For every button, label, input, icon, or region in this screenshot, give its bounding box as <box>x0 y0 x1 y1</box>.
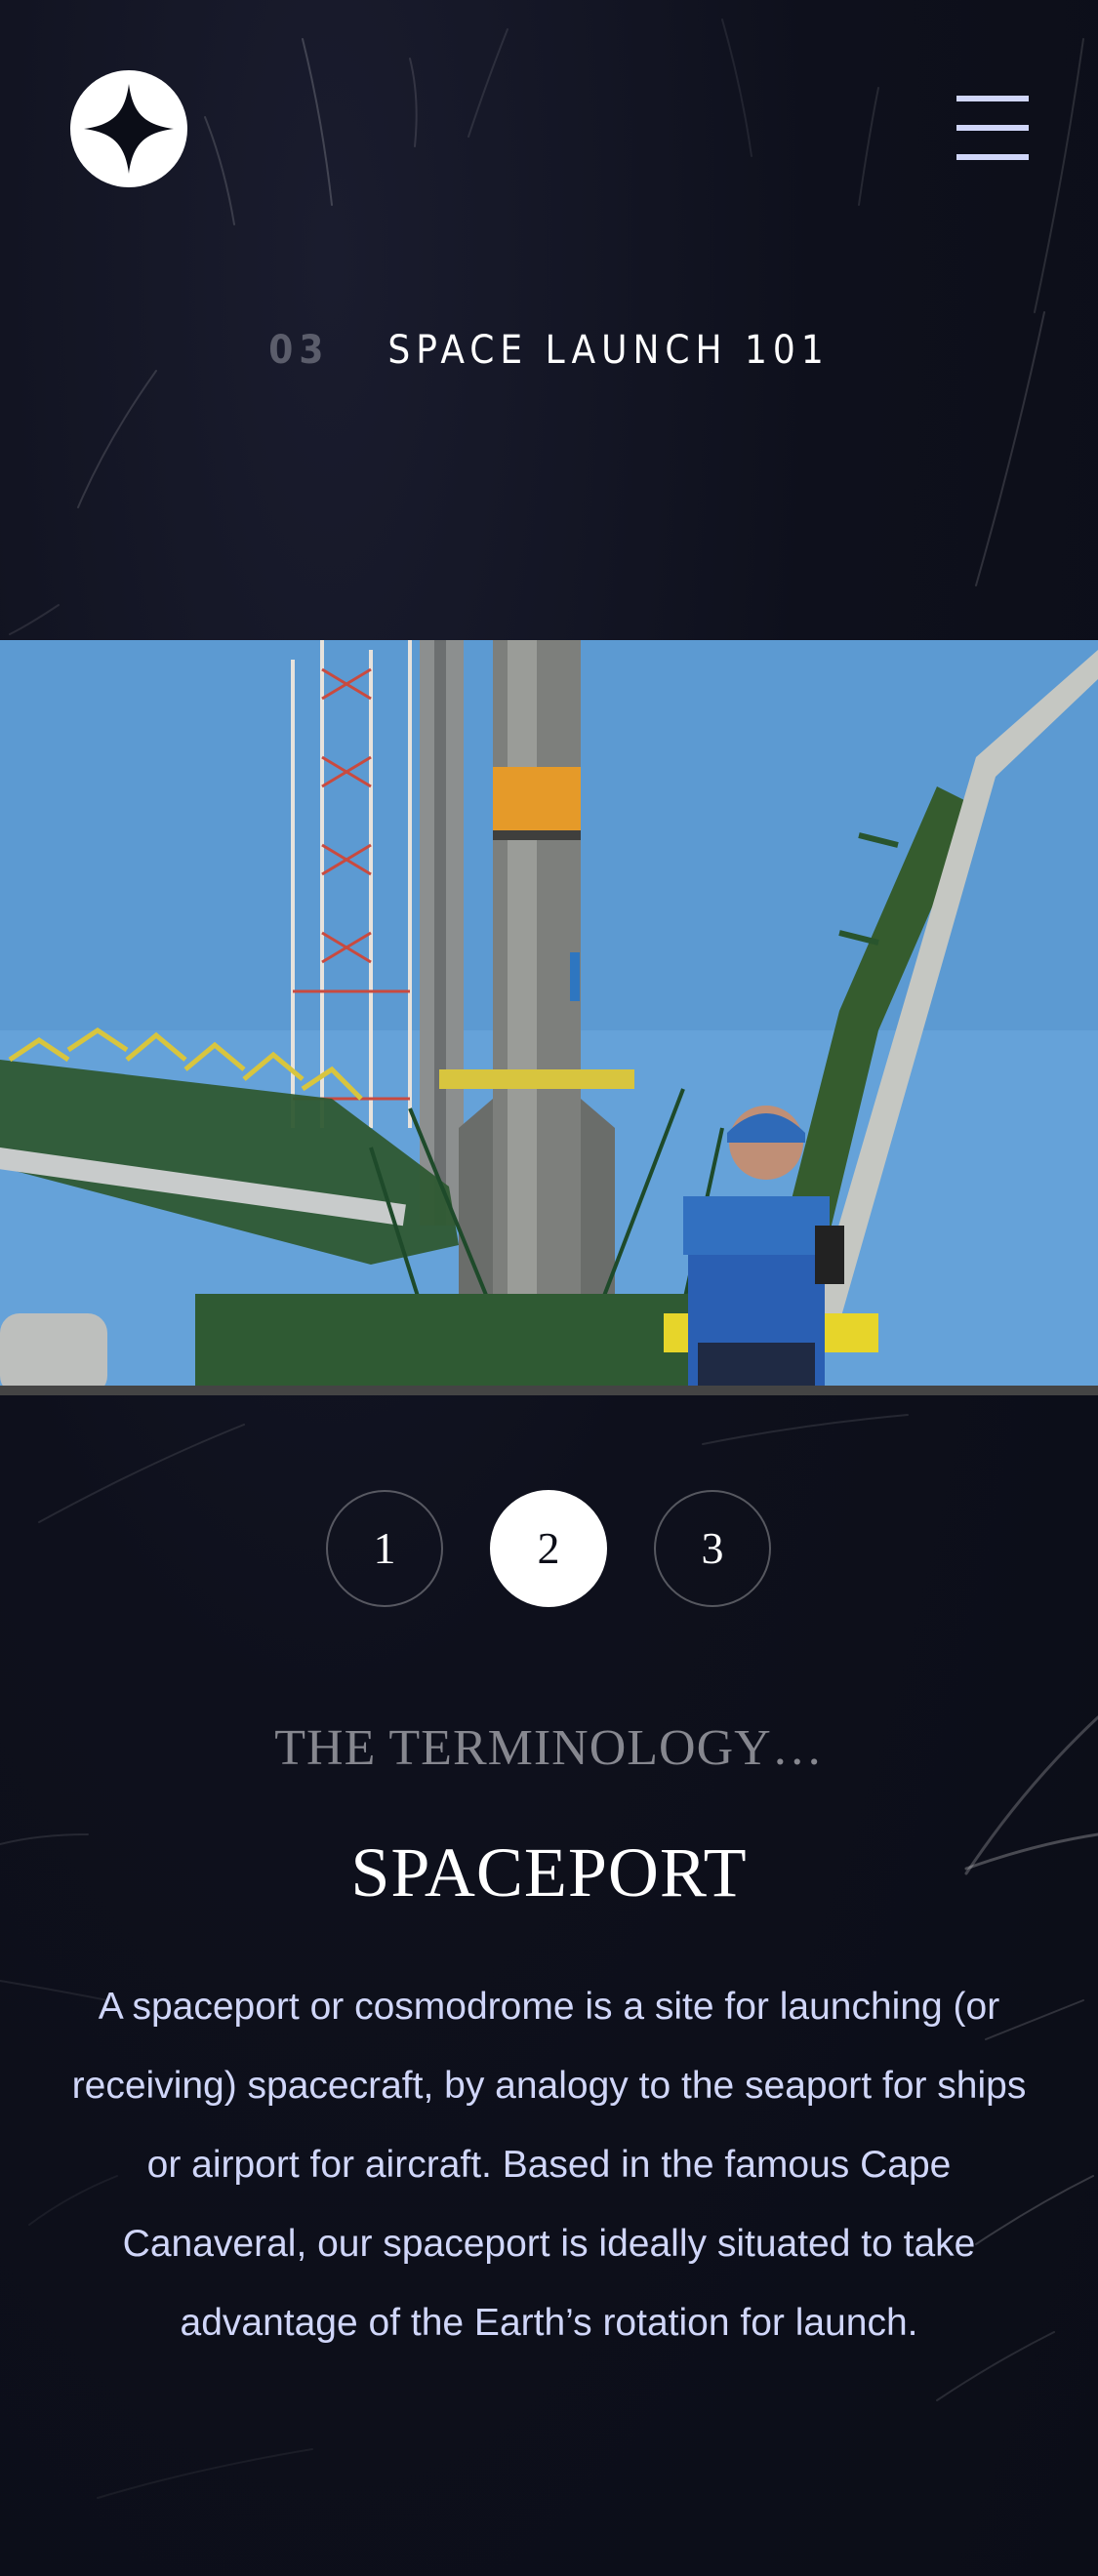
page-heading-number: 03 <box>268 328 330 373</box>
page-heading: 03 SPACE LAUNCH 101 <box>0 328 1098 373</box>
term-description: A spaceport or cosmodrome is a site for … <box>71 1986 1027 2344</box>
star-logo-icon <box>84 84 174 174</box>
term-title: SPACEPORT <box>350 1833 748 1912</box>
rocket-launch-photo-icon <box>0 640 1098 1395</box>
site-logo[interactable] <box>70 70 187 187</box>
pager-button-3[interactable]: 3 <box>654 1490 771 1607</box>
menu-bar <box>956 125 1029 131</box>
page-heading-title: SPACE LAUNCH 101 <box>387 328 830 373</box>
pager-button-1[interactable]: 1 <box>326 1490 443 1607</box>
terminology-kicker: THE TERMINOLOGY… <box>274 1720 824 1776</box>
page: 03 SPACE LAUNCH 101 1 2 3 THE TERMINOLOG… <box>0 0 1098 2576</box>
menu-bar <box>956 96 1029 101</box>
slide-pager: 1 2 3 <box>0 1490 1098 1607</box>
hamburger-menu-icon[interactable] <box>956 96 1029 160</box>
launch-vehicle-image <box>0 640 1098 1395</box>
pager-button-2-active[interactable]: 2 <box>490 1490 607 1607</box>
menu-bar <box>956 154 1029 160</box>
